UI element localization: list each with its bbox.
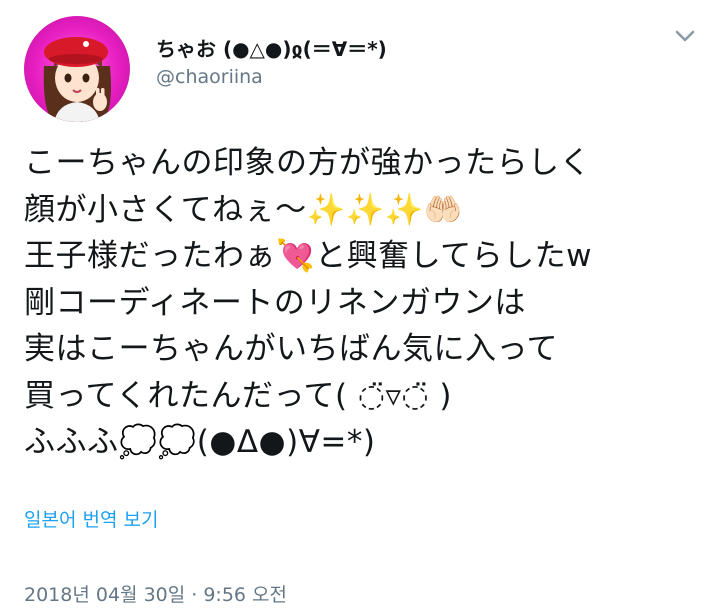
tweet-line: 顔が小さくてねぇ〜✨✨✨🤲🏻: [24, 191, 463, 228]
tweet-timestamp[interactable]: 2018년 04월 30일 · 9:56 오전: [24, 580, 287, 607]
user-handle[interactable]: @chaoriina: [156, 66, 263, 88]
chevron-down-icon: [675, 30, 695, 42]
display-name[interactable]: ちゃお (●△●)ჲ(＝∀＝*): [156, 33, 387, 62]
tweet-menu-button[interactable]: [674, 28, 696, 50]
tweet-text: こーちゃんの印象の方が強かったらしく 顔が小さくてねぇ〜✨✨✨🤲🏻 王子様だった…: [24, 140, 714, 466]
profile-avatar-icon: [43, 37, 111, 122]
tweet-line: ふふふ💭💭(●Δ●)∀=*): [24, 424, 376, 460]
tweet-line: 買ってくれたんだって( ◌̈▿◌̈ ): [24, 377, 453, 414]
tweet-line: 王子様だったわぁ💘と興奮してらしたw: [24, 238, 593, 274]
tweet-line: こーちゃんの印象の方が強かったらしく: [24, 145, 591, 181]
translate-tweet-link[interactable]: 일본어 번역 보기: [24, 505, 158, 532]
profile-avatar[interactable]: [24, 16, 130, 122]
tweet-line: 実はこーちゃんがいちばん気に入って: [24, 331, 558, 367]
tweet-line: 剛コーディネートのリネンガウンは: [24, 284, 526, 321]
